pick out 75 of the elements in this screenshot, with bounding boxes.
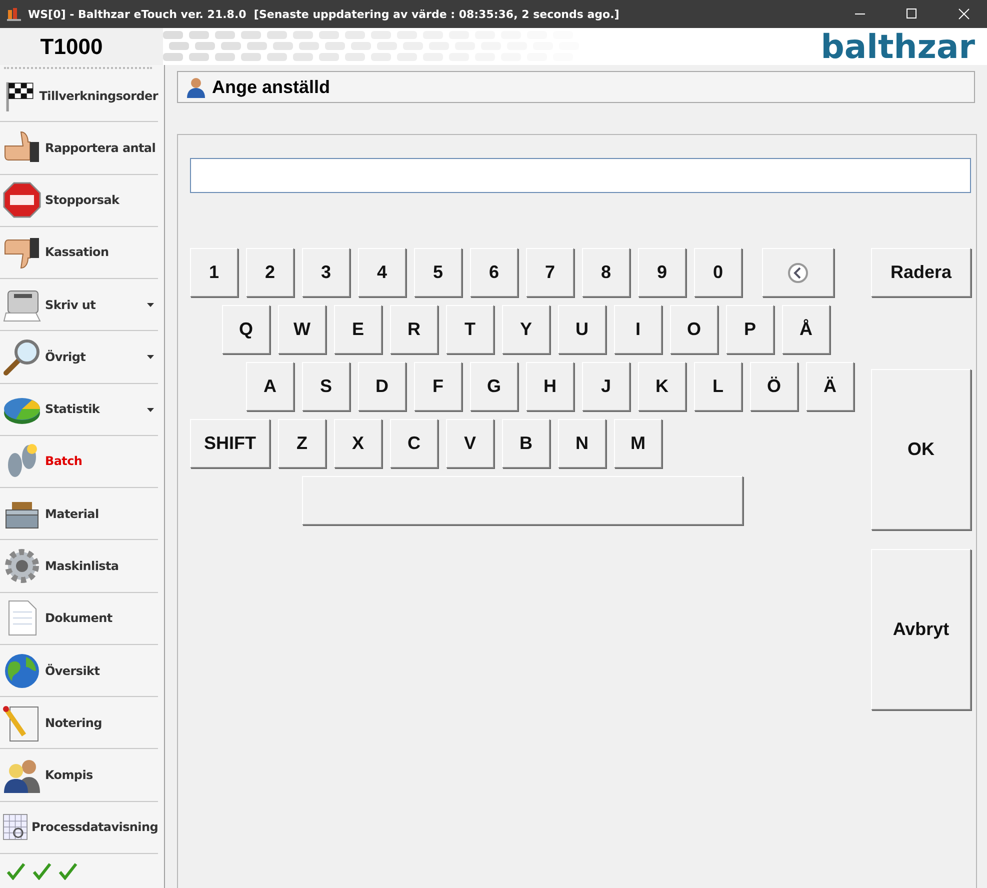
sidebar-item[interactable]: Stopporsak: [0, 174, 158, 227]
keyboard-key[interactable]: R: [390, 305, 438, 354]
person-icon: [186, 76, 206, 98]
magnifier-icon: [2, 336, 42, 377]
keyboard-key[interactable]: P: [726, 305, 774, 354]
keyboard-key[interactable]: 3: [302, 248, 350, 297]
sidebar-item[interactable]: Processdatavisning: [0, 802, 158, 854]
sidebar-item[interactable]: Maskinlista: [0, 540, 158, 593]
caret-icon: [147, 355, 154, 360]
sidebar-item[interactable]: Dokument: [0, 592, 158, 645]
keyboard-key[interactable]: 2: [246, 248, 294, 297]
keyboard-key[interactable]: 9: [638, 248, 686, 297]
logo: balthzar: [820, 28, 975, 65]
sidebar-item[interactable]: Övrigt: [0, 331, 158, 384]
keyboard-key[interactable]: U: [558, 305, 606, 354]
sidebar-item[interactable]: Översikt: [0, 644, 158, 698]
keyboard-key[interactable]: I: [614, 305, 662, 354]
gear-icon: [2, 546, 42, 586]
input-field[interactable]: [190, 158, 971, 193]
keyboard-key[interactable]: K: [638, 362, 686, 411]
sidebar-item[interactable]: Material: [0, 488, 158, 540]
keyboard-key[interactable]: B: [502, 419, 550, 468]
sidebar-item[interactable]: Rapportera antal: [0, 122, 158, 175]
keyboard-key[interactable]: 7: [526, 248, 574, 297]
sidebar-item[interactable]: Tillverkningsorder: [0, 70, 158, 122]
keyboard-key[interactable]: E: [334, 305, 382, 354]
cancel-button[interactable]: Avbryt: [871, 549, 971, 710]
ok-button[interactable]: OK: [871, 369, 971, 530]
check-icon: [58, 862, 78, 880]
keyboard-key[interactable]: A: [246, 362, 294, 411]
keyboard-key[interactable]: V: [446, 419, 494, 468]
keyboard-key[interactable]: Q: [222, 305, 270, 354]
keyboard-key[interactable]: T: [446, 305, 494, 354]
keyboard-key[interactable]: 5: [414, 248, 462, 297]
sidebar-item[interactable]: Batch: [0, 436, 158, 488]
window-title: WS[0] - Balthzar eTouch ver. 21.8.0 [Senaste uppdatering av värde : 08:35:36, 2 seconds ago.]: [28, 8, 620, 20]
keyboard-key[interactable]: F: [414, 362, 462, 411]
sidebar-item[interactable]: Kompis: [0, 749, 158, 802]
keyboard-key[interactable]: 6: [470, 248, 518, 297]
keyboard-key[interactable]: L: [694, 362, 742, 411]
keyboard-key[interactable]: N: [558, 419, 606, 468]
keyboard-key[interactable]: SHIFT: [190, 419, 270, 468]
keyboard-key[interactable]: 8: [582, 248, 630, 297]
space-key[interactable]: [302, 476, 743, 525]
keyboard-key[interactable]: Y: [502, 305, 550, 354]
keyboard-key[interactable]: 1: [190, 248, 238, 297]
keyboard-key[interactable]: O: [670, 305, 718, 354]
caret-icon: [147, 408, 154, 413]
keyboard-key[interactable]: G: [470, 362, 518, 411]
check-icon: [6, 862, 26, 880]
sidebar-item[interactable]: Kassation: [0, 226, 158, 280]
keyboard-key[interactable]: M: [614, 419, 662, 468]
keyboard-key[interactable]: Ö: [750, 362, 798, 411]
keyboard-key[interactable]: Ä: [806, 362, 854, 411]
keyboard-key[interactable]: 0: [694, 248, 742, 297]
keyboard-key[interactable]: X: [334, 419, 382, 468]
keyboard-key[interactable]: D: [358, 362, 406, 411]
keyboard-key[interactable]: H: [526, 362, 574, 411]
clear-button[interactable]: Radera: [871, 248, 971, 297]
app-icon: [6, 6, 22, 22]
keyboard-key[interactable]: J: [582, 362, 630, 411]
sidebar-item[interactable]: Notering: [0, 697, 158, 750]
sidebar-item[interactable]: Statistik: [0, 384, 158, 436]
backspace-key[interactable]: [762, 248, 834, 297]
keyboard-key[interactable]: S: [302, 362, 350, 411]
keyboard-key[interactable]: C: [390, 419, 438, 468]
keyboard-key[interactable]: 4: [358, 248, 406, 297]
keyboard-key[interactable]: W: [278, 305, 326, 354]
station-name: T1000: [0, 28, 163, 65]
caret-icon: [147, 303, 154, 308]
check-icon: [32, 862, 52, 880]
keyboard-key[interactable]: Z: [278, 419, 326, 468]
keyboard-key[interactable]: Å: [782, 305, 830, 354]
dialog-title: Ange anställd: [212, 76, 330, 98]
sidebar-item[interactable]: Skriv ut: [0, 279, 158, 332]
